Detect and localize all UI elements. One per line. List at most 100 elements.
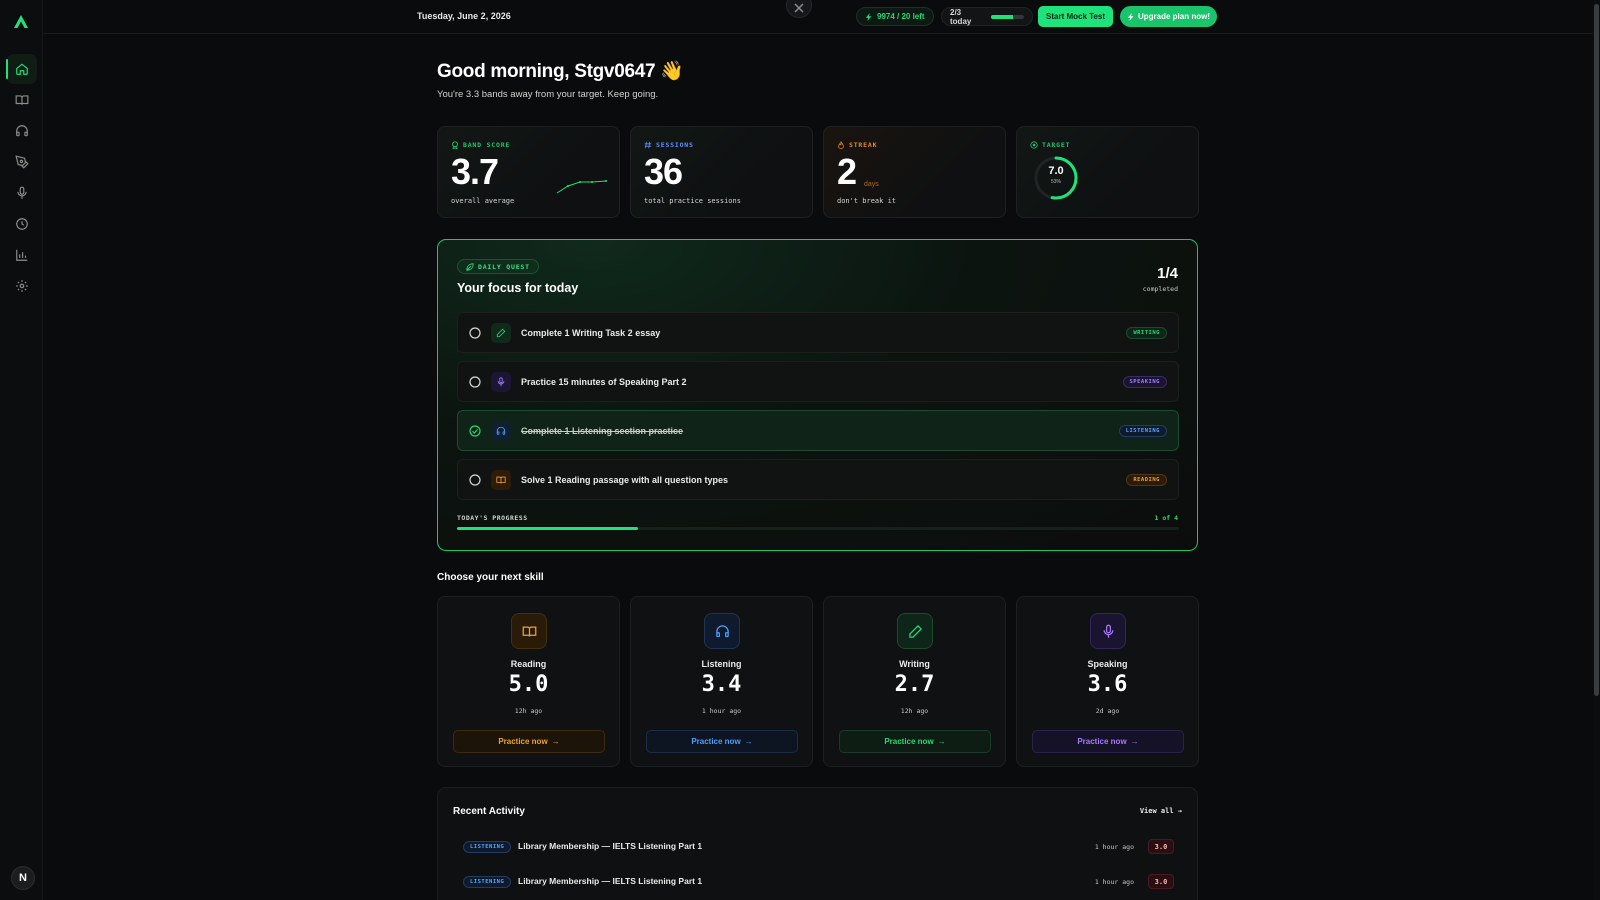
checked-circle-icon[interactable] bbox=[469, 425, 481, 437]
skill-icon-box bbox=[704, 613, 740, 649]
activity-tag: LISTENING bbox=[463, 876, 512, 888]
book-icon bbox=[15, 95, 29, 105]
target-label: TARGET bbox=[1030, 141, 1070, 149]
quest-task-speaking[interactable]: Practice 15 minutes of Speaking Part 2 S… bbox=[457, 361, 1179, 402]
sidebar-item-home[interactable] bbox=[6, 54, 37, 84]
band-score-label: BAND SCORE bbox=[451, 141, 510, 149]
arrow-right-icon: → bbox=[937, 737, 946, 746]
chart-icon bbox=[16, 249, 28, 261]
skill-card-speaking[interactable]: Speaking 3.6 2d ago Practice now → bbox=[1016, 596, 1199, 767]
sidebar-item-writing[interactable] bbox=[7, 147, 37, 177]
quest-count-sub: completed bbox=[1142, 285, 1178, 293]
book-icon bbox=[522, 626, 536, 637]
sidebar-item-listening[interactable] bbox=[7, 116, 37, 146]
practice-speaking-button[interactable]: Practice now → bbox=[1032, 730, 1184, 753]
streak-label-text: STREAK bbox=[849, 141, 878, 149]
skill-last-practiced: 12h ago bbox=[900, 707, 929, 715]
unchecked-circle-icon[interactable] bbox=[469, 474, 481, 486]
skill-card-writing[interactable]: Writing 2.7 12h ago Practice now → bbox=[823, 596, 1006, 767]
task-icon-box bbox=[491, 323, 511, 343]
daily-quest-panel: DAILY QUEST Your focus for today 1/4 com… bbox=[437, 239, 1198, 551]
activity-row[interactable]: LISTENING Library Membership — IELTS Lis… bbox=[453, 838, 1184, 858]
skill-card-listening[interactable]: Listening 3.4 1 hour ago Practice now → bbox=[630, 596, 813, 767]
mic-icon bbox=[17, 186, 27, 199]
skill-name: Reading bbox=[510, 659, 547, 669]
sidebar-item-history[interactable] bbox=[7, 209, 37, 239]
quest-task-reading[interactable]: Solve 1 Reading passage with all questio… bbox=[457, 459, 1179, 500]
target-icon bbox=[1030, 141, 1038, 149]
pen-icon bbox=[15, 155, 29, 169]
app-logo-icon[interactable] bbox=[11, 12, 31, 32]
activity-title: Library Membership — IELTS Listening Par… bbox=[518, 876, 703, 886]
current-date: Tuesday, June 2, 2026 bbox=[417, 11, 511, 21]
close-button[interactable] bbox=[786, 0, 812, 18]
quest-task-writing[interactable]: Complete 1 Writing Task 2 essay WRITING bbox=[457, 312, 1179, 353]
practice-listening-button[interactable]: Practice now → bbox=[646, 730, 798, 753]
sidebar-item-settings[interactable] bbox=[7, 271, 37, 301]
sidebar-item-analytics[interactable] bbox=[7, 240, 37, 270]
activity-row[interactable]: LISTENING Library Membership — IELTS Lis… bbox=[453, 873, 1184, 893]
target-value: 7.0 bbox=[1048, 165, 1064, 177]
unchecked-circle-icon[interactable] bbox=[469, 376, 481, 388]
skill-card-reading[interactable]: Reading 5.0 12h ago Practice now → bbox=[437, 596, 620, 767]
task-tag-reading: READING bbox=[1126, 474, 1167, 486]
sessions-value: 36 bbox=[644, 151, 683, 192]
sessions-label-text: SESSIONS bbox=[656, 141, 694, 149]
activity-title: Library Membership — IELTS Listening Par… bbox=[518, 841, 703, 851]
today-progress-bar bbox=[990, 14, 1024, 19]
quest-task-listening[interactable]: Complete 1 Listening section practice LI… bbox=[457, 410, 1179, 451]
credits-badge[interactable]: 9974 / 20 left bbox=[856, 7, 934, 26]
task-text: Practice 15 minutes of Speaking Part 2 bbox=[521, 377, 687, 387]
task-text: Complete 1 Listening section practice bbox=[521, 426, 684, 436]
today-text: 2/3 today bbox=[950, 7, 972, 26]
clock-icon bbox=[16, 218, 28, 230]
band-score-sparkline bbox=[556, 180, 607, 194]
book-icon bbox=[496, 476, 506, 484]
practice-writing-button[interactable]: Practice now → bbox=[839, 730, 991, 753]
band-score-sub: overall average bbox=[451, 197, 515, 205]
unchecked-circle-icon[interactable] bbox=[469, 327, 481, 339]
band-score-value: 3.7 bbox=[451, 151, 499, 192]
scrollbar-thumb[interactable] bbox=[1594, 4, 1599, 696]
skill-icon-box bbox=[897, 613, 933, 649]
streak-value: 2 bbox=[837, 151, 857, 192]
skill-score: 3.6 bbox=[1087, 672, 1128, 697]
headphones-icon bbox=[496, 426, 506, 435]
avatar[interactable]: N bbox=[11, 866, 35, 890]
quest-title: Your focus for today bbox=[457, 281, 579, 295]
task-tag-writing: WRITING bbox=[1126, 327, 1167, 339]
view-all-link[interactable]: View all → bbox=[1140, 807, 1182, 815]
streak-sub: don't break it bbox=[837, 197, 897, 205]
today-progress-badge[interactable]: 2/3 today bbox=[941, 7, 1033, 26]
quest-count: 1/4 bbox=[1157, 265, 1178, 282]
page-title: Good morning, Stgv0647 👋 bbox=[437, 61, 684, 82]
sidebar-item-reading[interactable] bbox=[7, 85, 37, 115]
streak-label: STREAK bbox=[837, 141, 877, 149]
upgrade-plan-button[interactable]: Upgrade plan now! bbox=[1120, 6, 1217, 27]
practice-label: Practice now bbox=[691, 737, 741, 746]
sessions-sub: total practice sessions bbox=[644, 197, 741, 205]
gear-icon bbox=[16, 280, 28, 292]
sidebar-item-speaking[interactable] bbox=[7, 178, 37, 208]
bolt-icon bbox=[1127, 12, 1134, 21]
target-label-text: TARGET bbox=[1042, 141, 1071, 149]
task-text: Complete 1 Writing Task 2 essay bbox=[521, 328, 661, 338]
home-icon bbox=[16, 63, 28, 75]
skill-last-practiced: 1 hour ago bbox=[701, 707, 742, 715]
recent-activity-panel: Recent Activity View all → LISTENING Lib… bbox=[437, 787, 1198, 900]
skill-name: Speaking bbox=[1087, 659, 1128, 669]
activity-score: 3.0 bbox=[1148, 874, 1174, 889]
hash-icon bbox=[644, 141, 652, 149]
sessions-label: SESSIONS bbox=[644, 141, 694, 149]
target-card: TARGET 7.0 53% bbox=[1016, 126, 1199, 218]
page-scrollbar[interactable] bbox=[1593, 0, 1600, 900]
skill-last-practiced: 12h ago bbox=[514, 707, 543, 715]
todays-progress-bar bbox=[457, 527, 1179, 530]
practice-reading-button[interactable]: Practice now → bbox=[453, 730, 605, 753]
task-tag-speaking: SPEAKING bbox=[1122, 376, 1167, 388]
activity-time: 1 hour ago bbox=[1094, 843, 1134, 851]
task-icon-box bbox=[491, 470, 511, 490]
todays-progress-label: TODAY'S PROGRESS bbox=[457, 514, 528, 522]
start-mock-test-button[interactable]: Start Mock Test bbox=[1038, 6, 1113, 27]
recent-activity-title: Recent Activity bbox=[453, 806, 525, 817]
